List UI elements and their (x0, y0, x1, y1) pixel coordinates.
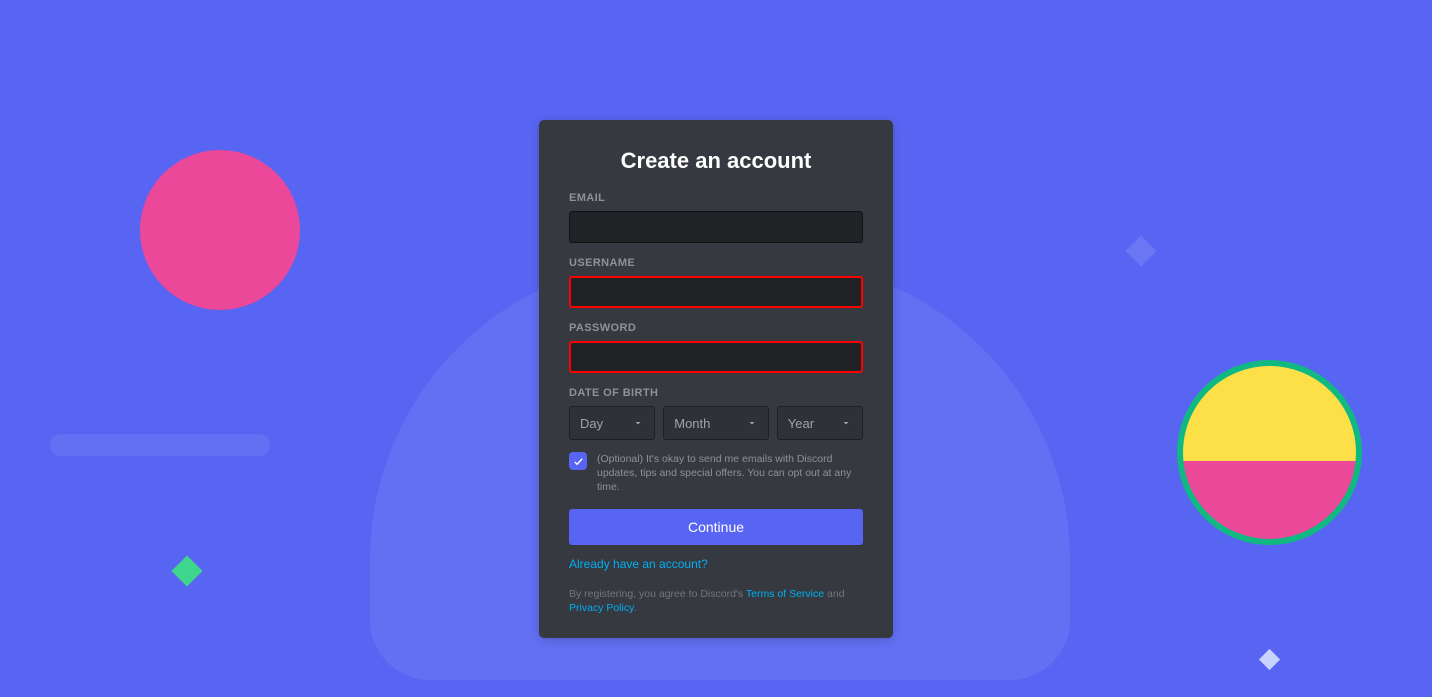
email-input[interactable] (569, 211, 863, 243)
bg-illustration-waving-person (1177, 360, 1362, 545)
bg-illustration-person-phone (140, 150, 300, 310)
marketing-opt-checkbox[interactable] (569, 452, 587, 470)
sparkle-icon (1125, 235, 1156, 266)
bg-cloud-small (50, 434, 270, 456)
chevron-down-icon (746, 417, 758, 429)
card-title: Create an account (569, 148, 863, 174)
dob-label: DATE OF BIRTH (569, 387, 863, 399)
fineprint-suffix: . (634, 602, 637, 614)
chevron-down-icon (632, 417, 644, 429)
check-icon (573, 456, 584, 467)
privacy-policy-link[interactable]: Privacy Policy (569, 602, 634, 614)
username-input[interactable] (569, 276, 863, 308)
fineprint-and: and (824, 588, 844, 600)
dob-month-select[interactable]: Month (663, 406, 769, 440)
fineprint-prefix: By registering, you agree to Discord's (569, 588, 746, 600)
continue-button[interactable]: Continue (569, 509, 863, 545)
sparkle-icon (171, 555, 202, 586)
dob-day-placeholder: Day (580, 416, 603, 431)
email-label: EMAIL (569, 192, 863, 204)
fineprint: By registering, you agree to Discord's T… (569, 587, 863, 616)
sparkle-icon (1259, 649, 1280, 670)
password-input[interactable] (569, 341, 863, 373)
terms-of-service-link[interactable]: Terms of Service (746, 588, 824, 600)
marketing-opt-row: (Optional) It's okay to send me emails w… (569, 452, 863, 495)
password-label: PASSWORD (569, 322, 863, 334)
login-link[interactable]: Already have an account? (569, 557, 708, 571)
dob-year-placeholder: Year (788, 416, 814, 431)
register-card: Create an account EMAIL USERNAME PASSWOR… (539, 120, 893, 638)
chevron-down-icon (840, 417, 852, 429)
dob-row: Day Month Year (569, 406, 863, 440)
dob-day-select[interactable]: Day (569, 406, 655, 440)
dob-year-select[interactable]: Year (777, 406, 863, 440)
username-label: USERNAME (569, 257, 863, 269)
dob-month-placeholder: Month (674, 416, 710, 431)
marketing-opt-text: (Optional) It's okay to send me emails w… (597, 452, 863, 495)
